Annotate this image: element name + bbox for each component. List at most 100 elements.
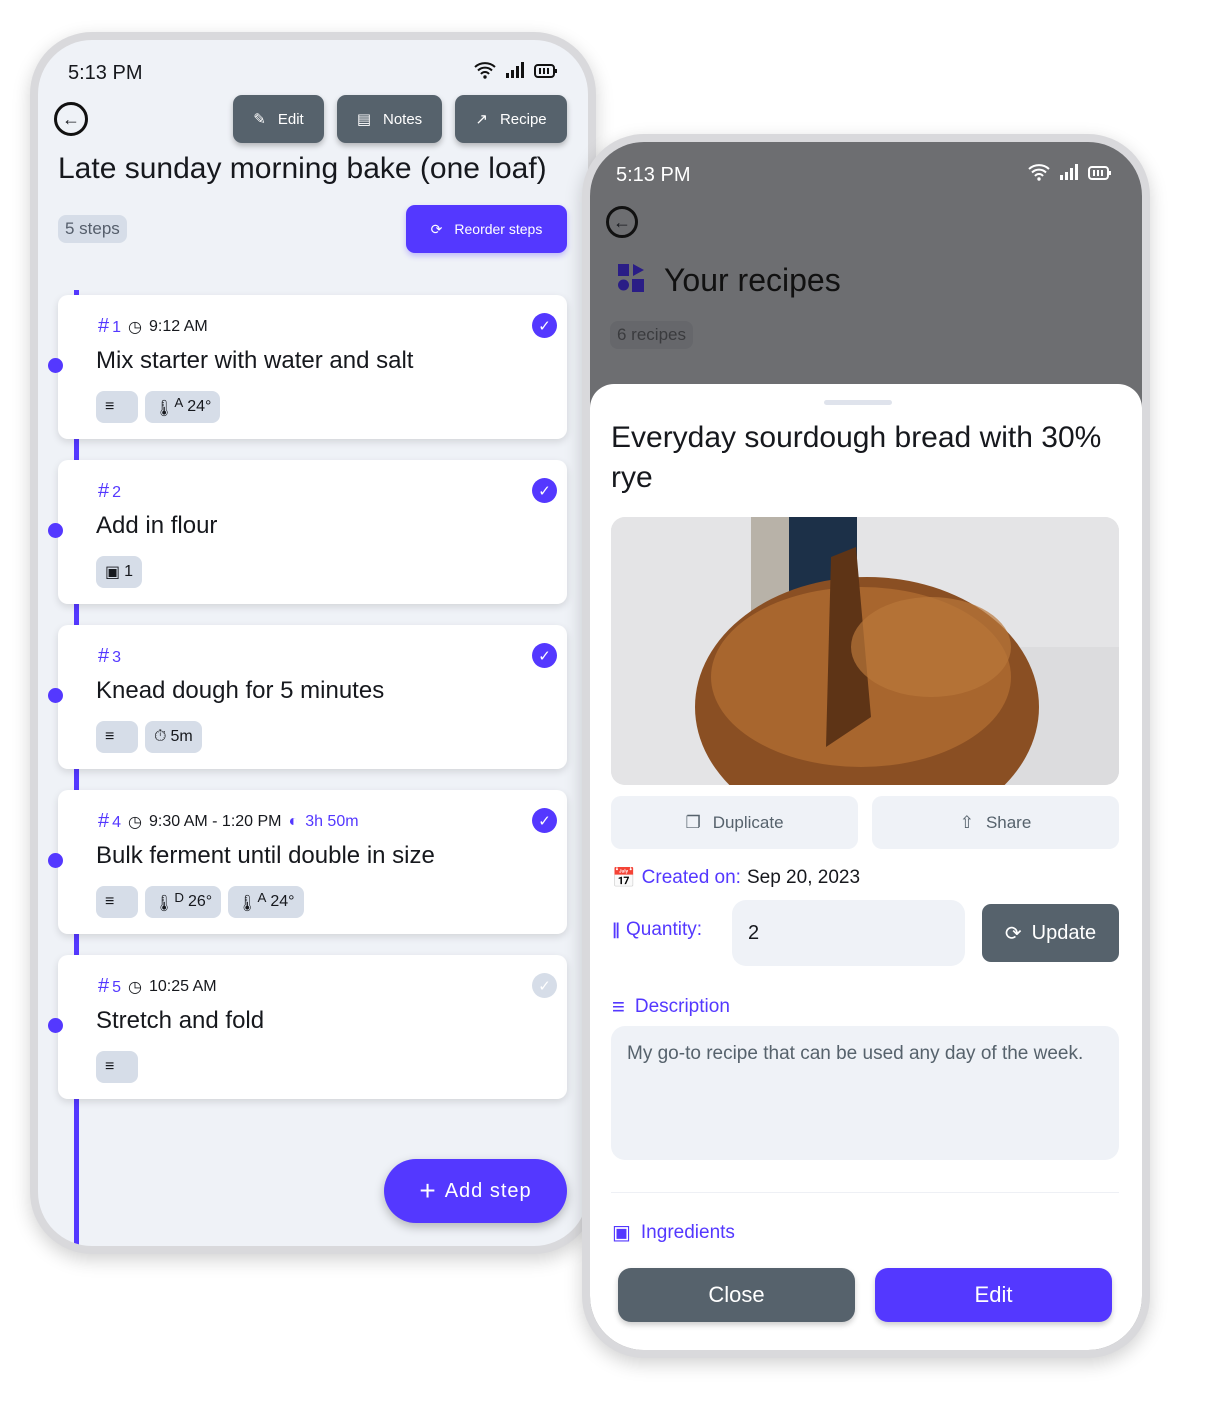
step-complete-checkbox[interactable]: ✓ [532,313,557,338]
divider [611,1192,1119,1193]
step-duration: 3h 50m [305,812,359,830]
step-number: #5 [98,975,122,997]
quantity-icon: ∥ [612,922,620,939]
description-heading: ≡ Description [612,994,730,1020]
update-button[interactable]: ⟳ Update [982,904,1119,962]
reorder-steps-button[interactable]: ⟳ Reorder steps [406,205,567,253]
share-button[interactable]: ⇧ Share [872,796,1119,849]
thermometer-icon: 🌡D [154,890,184,913]
duplicate-button[interactable]: ❐ Duplicate [611,796,858,849]
timeline-dot [48,853,63,868]
check-icon: ✓ [538,647,551,665]
step-title: Add in flour [96,512,218,539]
created-date: Sep 20, 2023 [746,867,861,888]
add-step-button[interactable]: + Add step [384,1159,567,1223]
ambient-temp-tag[interactable]: 🌡A 24° [228,886,304,918]
recipe-label: Recipe [499,110,547,128]
plus-icon: + [419,1175,437,1206]
notes-tag[interactable]: ≡ [96,391,138,423]
step-complete-checkbox[interactable]: ✓ [532,808,557,833]
images-tag[interactable]: ▣ 1 [96,556,143,588]
step-number: #1 [98,315,122,337]
document-icon: ▤ [356,111,371,128]
calendar-icon: 📅 [612,868,636,889]
description-textarea[interactable]: My go-to recipe that can be used any day… [611,1026,1119,1160]
back-button[interactable]: ← [606,206,638,238]
check-icon: ✓ [538,977,551,995]
edit-label: Edit [277,110,304,128]
edit-recipe-button[interactable]: Edit [875,1268,1112,1322]
wifi-icon [474,61,496,85]
recipes-screen: 5:13 PM ← Your recipes 6 recipes Everyda… [590,142,1142,1350]
status-time: 5:13 PM [68,61,143,84]
quantity-label: Quantity: [626,919,703,940]
step-card[interactable]: #3 Knead dough for 5 minutes ≡ ⏱ 5m ✓ [48,625,567,769]
step-card[interactable]: #1 ◷ 9:12 AM Mix starter with water and … [48,295,567,439]
notes-label: Notes [383,110,423,128]
ambient-temp-tag[interactable]: 🌡A 24° [145,391,221,423]
back-button[interactable]: ← [54,102,88,136]
timeline-dot [48,358,63,373]
share-label: Share [985,812,1032,832]
page-title: Your recipes [664,262,841,298]
status-time: 5:13 PM [616,163,691,186]
created-on-row: 📅 Created on: Sep 20, 2023 [612,866,860,890]
clock-icon: ◷ [128,318,142,336]
timeline-dot [48,688,63,703]
step-complete-checkbox[interactable]: ✓ [532,478,557,503]
inbox-icon: ▣ [612,1222,631,1244]
check-icon: ✓ [538,812,551,830]
update-label: Update [1031,921,1097,944]
step-time-range: 9:30 AM - 1:20 PM [149,812,282,830]
step-title: Mix starter with water and salt [96,347,414,374]
step-number: #2 [98,480,122,502]
image-icon: ▣ [105,564,121,581]
edit-button[interactable]: ✎ Edit [233,95,324,143]
status-bar: 5:13 PM [616,162,1112,188]
sync-icon: ⟳ [430,220,443,237]
phone-frame-recipe: 5:13 PM ← Your recipes 6 recipes Everyda… [582,134,1150,1358]
quantity-row: ∥ Quantity: [612,919,702,941]
notes-tag[interactable]: ≡ [96,721,138,753]
recipe-photo [611,517,1119,785]
drag-handle[interactable] [824,400,892,405]
quantity-input[interactable]: 2 [732,900,965,966]
external-link-icon: ↗ [475,111,488,128]
close-button[interactable]: Close [618,1268,855,1322]
step-card[interactable]: #2 Add in flour ▣ 1 ✓ [48,460,567,604]
step-card[interactable]: #5 ◷ 10:25 AM Stretch and fold ≡ ✓ [48,955,567,1099]
add-step-label: Add step [444,1179,532,1202]
step-title: Knead dough for 5 minutes [96,677,385,704]
step-time: 10:25 AM [149,977,217,995]
lines-icon: ≡ [612,994,625,1019]
step-count-badge: 5 steps [58,215,127,243]
phone-frame-steps: 5:13 PM ← ✎ Edit ▤ Notes ↗ Recipe Late s… [30,32,596,1254]
recipe-detail-sheet: Everyday sourdough bread with 30% rye ❐ … [590,384,1142,1350]
step-title: Stretch and fold [96,1007,265,1034]
status-bar: 5:13 PM [68,60,558,86]
page-header: Your recipes [618,262,841,299]
step-number: #4 [98,810,122,832]
step-card[interactable]: #4 ◷ 9:30 AM - 1:20 PM ◐ 3h 50m Bulk fer… [48,790,567,934]
dough-temp-tag[interactable]: 🌡D 26° [145,886,222,918]
created-label: Created on: [641,867,741,888]
timer-tag[interactable]: ⏱ 5m [145,721,202,753]
notes-tag[interactable]: ≡ [96,1051,138,1083]
notes-button[interactable]: ▤ Notes [337,95,442,143]
duration-icon: ◐ [288,812,299,830]
description-label: Description [634,996,730,1017]
step-title: Bulk ferment until double in size [96,842,435,869]
battery-icon [1088,164,1112,187]
notes-lines-icon: ≡ [105,728,115,745]
arrow-left-icon: ← [613,211,631,232]
step-complete-checkbox[interactable]: ✓ [532,973,557,998]
recipe-title: Everyday sourdough bread with 30% rye [611,421,1102,494]
notes-tag[interactable]: ≡ [96,886,138,918]
copy-icon: ❐ [685,812,701,832]
duplicate-label: Duplicate [712,812,784,832]
timeline-dot [48,523,63,538]
step-complete-checkbox[interactable]: ✓ [532,643,557,668]
battery-icon [534,62,558,85]
recipe-button[interactable]: ↗ Recipe [455,95,567,143]
pencil-icon: ✎ [253,111,266,128]
